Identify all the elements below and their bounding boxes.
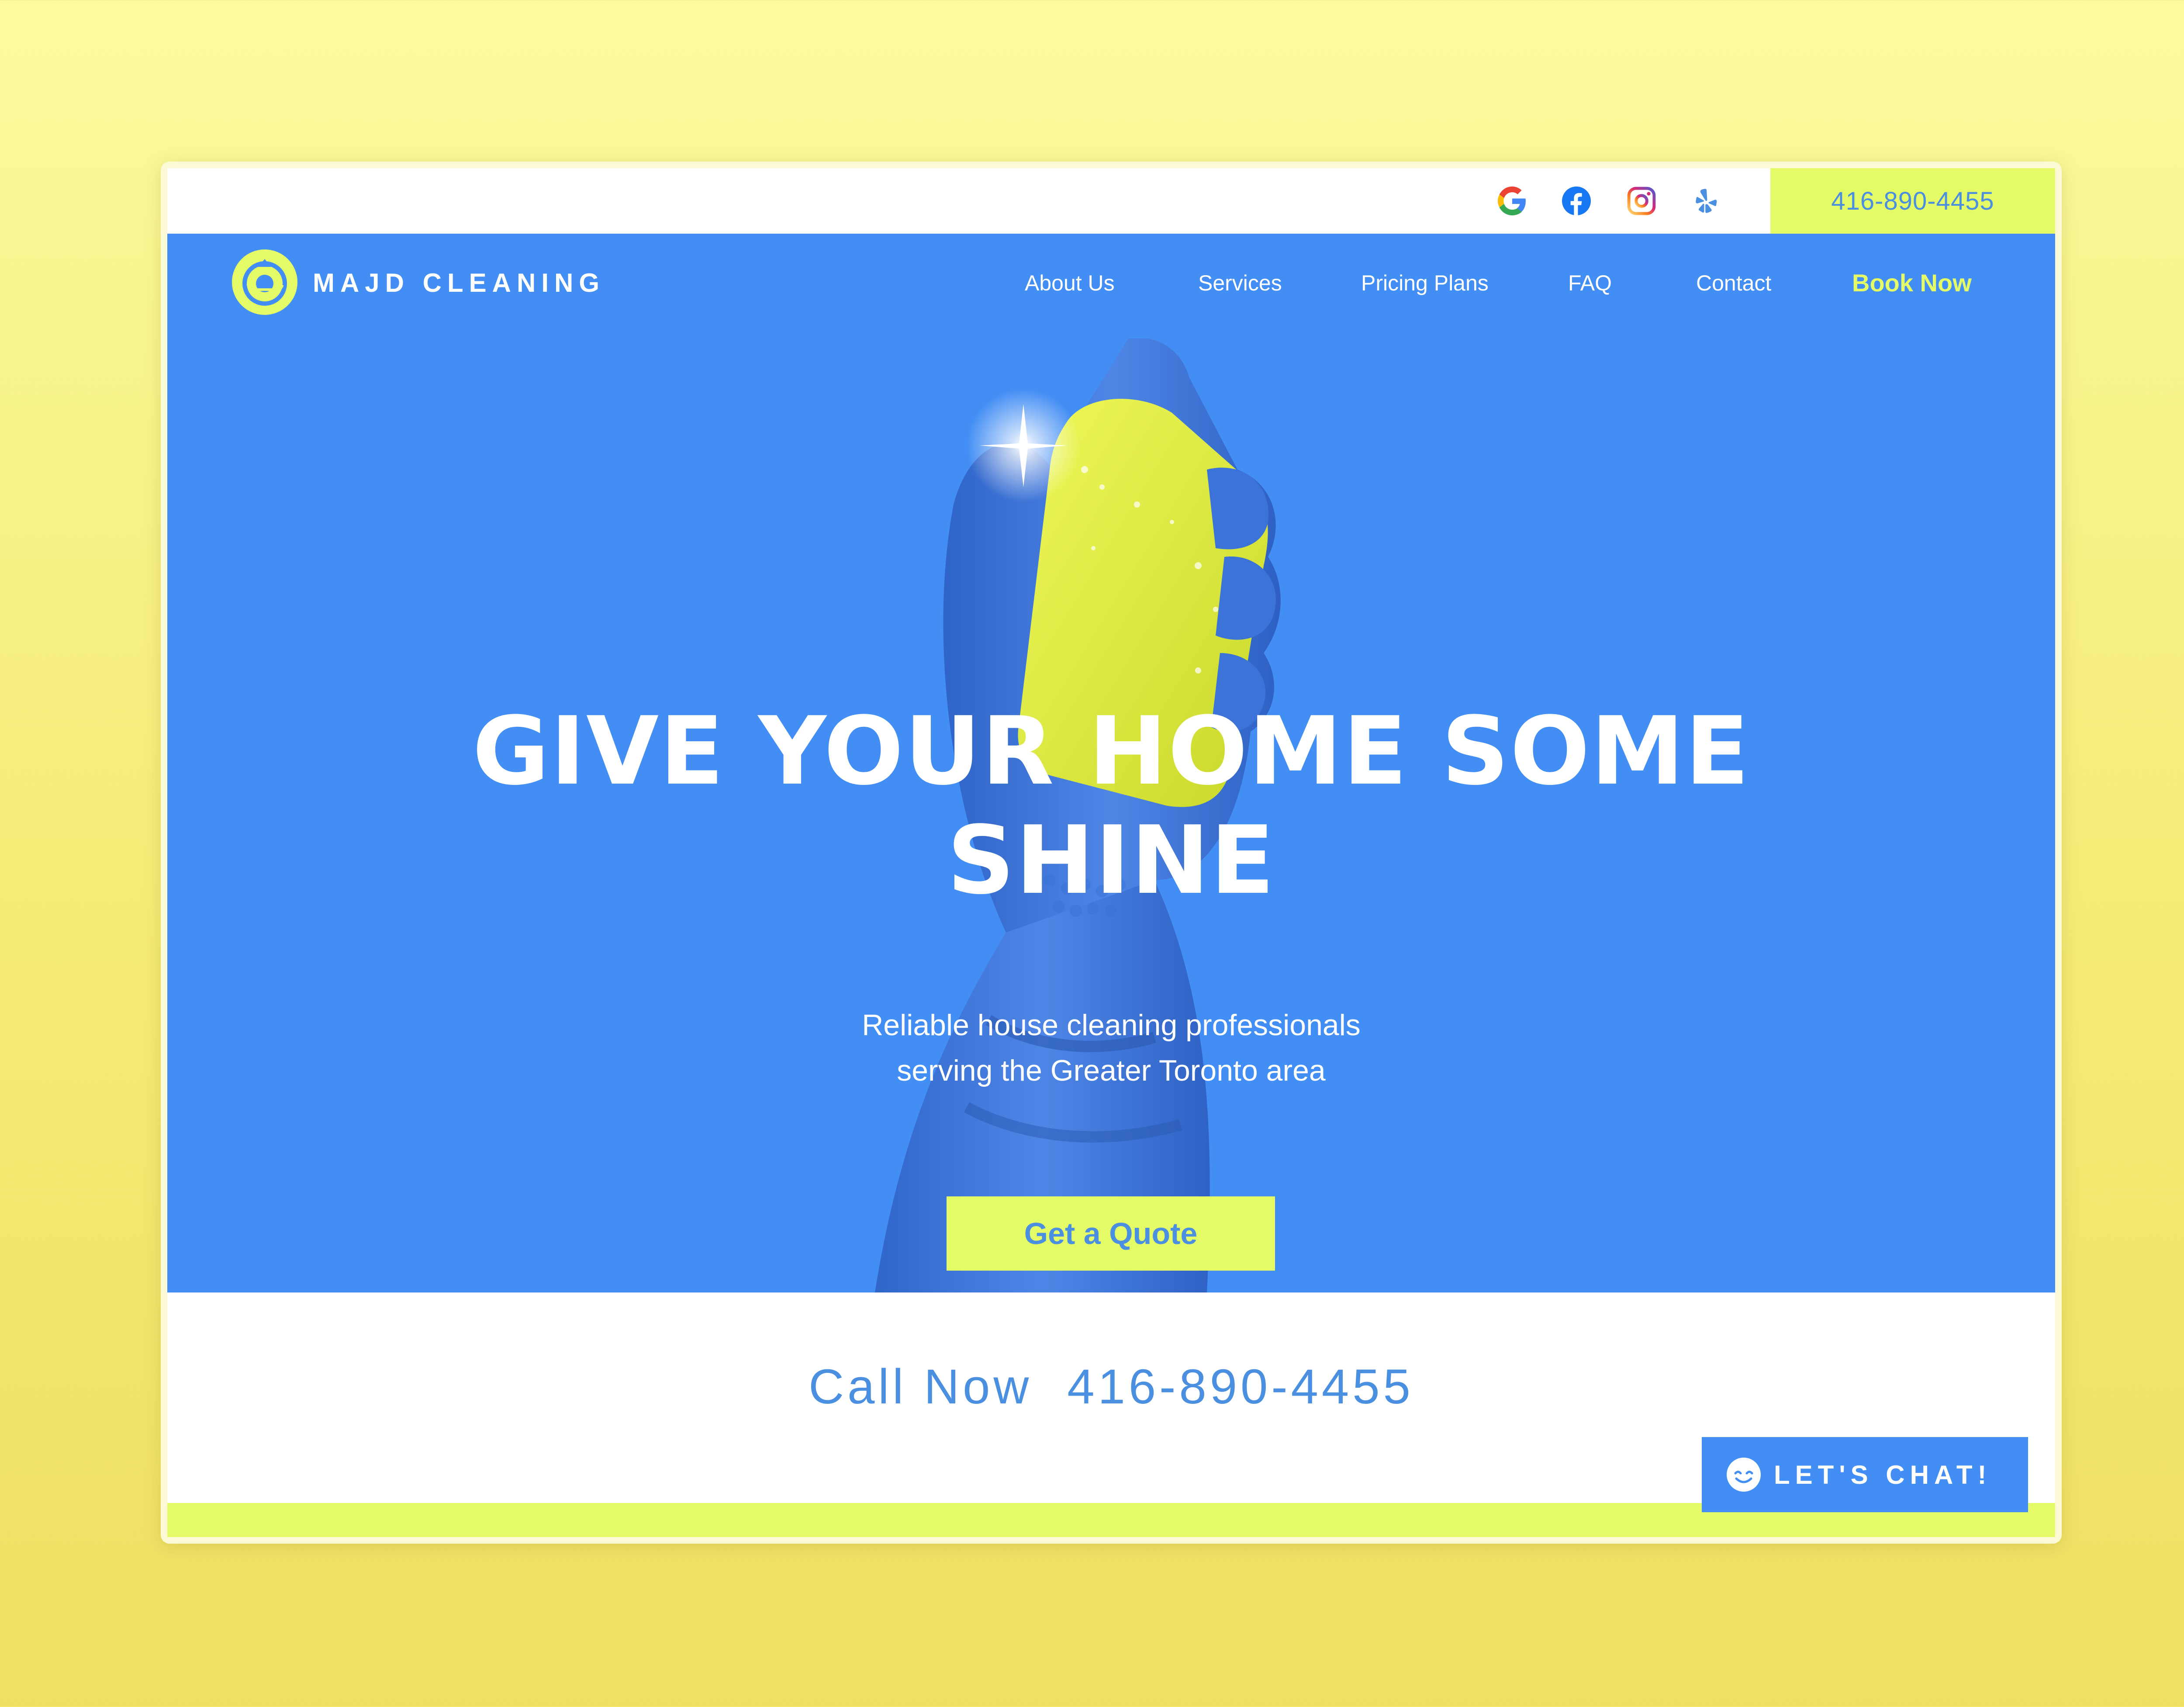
headline-line-1: GIVE YOUR HOME SOME: [472, 696, 1750, 806]
get-a-quote-button[interactable]: Get a Quote: [947, 1196, 1275, 1271]
lets-chat-button[interactable]: LET'S CHAT!: [1702, 1437, 2028, 1512]
phone-number-button[interactable]: 416-890-4455: [1770, 168, 2055, 234]
call-now-phone[interactable]: 416-890-4455: [1067, 1359, 1413, 1414]
browser-frame: 416-890-4455 MAJD CLEANING About Us Serv…: [161, 162, 2062, 1544]
nav-services[interactable]: Services: [1198, 270, 1282, 296]
facebook-icon[interactable]: [1562, 187, 1591, 215]
website: 416-890-4455 MAJD CLEANING About Us Serv…: [167, 168, 2055, 1537]
nav-pricing-plans[interactable]: Pricing Plans: [1361, 270, 1489, 296]
call-now-text[interactable]: Call Now 416-890-4455: [167, 1358, 2055, 1415]
smiley-icon: [1727, 1458, 1761, 1492]
google-icon[interactable]: [1498, 187, 1527, 215]
book-now-button[interactable]: Book Now: [1852, 269, 1972, 297]
subtitle-line-2: serving the Greater Toronto area: [897, 1054, 1326, 1087]
headline-line-2: SHINE: [947, 805, 1275, 915]
yelp-icon[interactable]: [1692, 187, 1721, 215]
instagram-icon[interactable]: [1627, 187, 1656, 215]
nav-about-us[interactable]: About Us: [1025, 270, 1115, 296]
top-utility-bar: 416-890-4455: [167, 168, 2055, 234]
hero-headline: GIVE YOUR HOME SOME SHINE: [167, 697, 2055, 915]
hero-section: MAJD CLEANING About Us Services Pricing …: [167, 234, 2055, 1292]
nav-contact[interactable]: Contact: [1696, 270, 1771, 296]
nav-faq[interactable]: FAQ: [1568, 270, 1612, 296]
call-now-label: Call Now: [809, 1359, 1033, 1414]
subtitle-line-1: Reliable house cleaning professionals: [862, 1009, 1361, 1042]
chat-label: LET'S CHAT!: [1774, 1460, 1992, 1489]
hero-subtitle: Reliable house cleaning professionals se…: [167, 1002, 2055, 1093]
brand-name[interactable]: MAJD CLEANING: [313, 268, 605, 298]
logo-badge-icon[interactable]: [232, 249, 297, 315]
